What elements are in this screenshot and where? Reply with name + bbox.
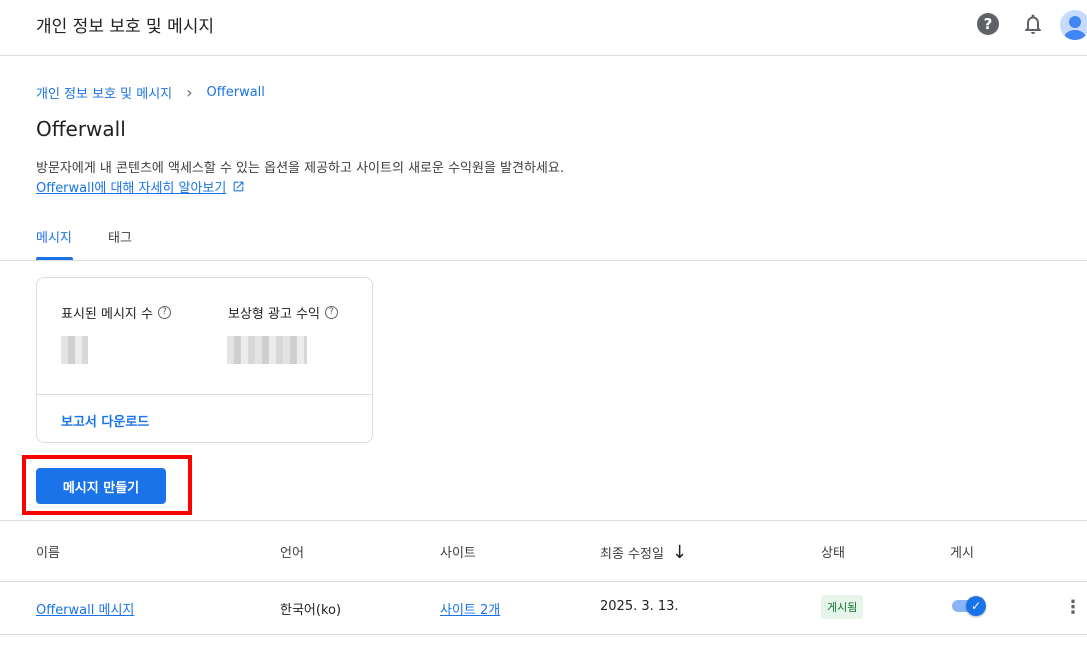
avatar-icon[interactable]	[1060, 10, 1087, 40]
message-name-link[interactable]: Offerwall 메시지	[36, 599, 134, 618]
chevron-right-icon: ›	[186, 83, 193, 102]
page-description: 방문자에게 내 콘텐츠에 액세스할 수 있는 옵션을 제공하고 사이트의 새로운…	[36, 161, 564, 176]
messages-shown-label: 표시된 메시지 수	[61, 307, 153, 322]
column-header-modified[interactable]: 최종 수정일 ↓	[600, 542, 687, 563]
stats-card: 표시된 메시지 수 ? 보상형 광고 수익 ? 보고서 다운로드	[36, 277, 373, 443]
create-message-button[interactable]: 메시지 만들기	[36, 468, 166, 504]
table-header: 이름 언어 사이트 최종 수정일 ↓ 상태 게시	[0, 520, 1087, 582]
bell-icon[interactable]	[1021, 12, 1045, 36]
message-language: 한국어(ko)	[280, 603, 342, 618]
tab-messages[interactable]: 메시지	[36, 227, 72, 246]
messages-shown-stat: 표시된 메시지 수 ?	[61, 303, 171, 322]
breadcrumb-parent-link[interactable]: 개인 정보 보호 및 메시지	[36, 83, 172, 102]
column-header-name[interactable]: 이름	[36, 542, 60, 561]
download-report-link[interactable]: 보고서 다운로드	[61, 411, 149, 430]
message-modified-date: 2025. 3. 13.	[600, 599, 679, 614]
help-circle-icon[interactable]: ?	[158, 306, 171, 319]
help-icon[interactable]: ?	[977, 13, 999, 35]
rewarded-revenue-label: 보상형 광고 수익	[228, 307, 320, 322]
breadcrumb-current[interactable]: Offerwall	[207, 85, 265, 100]
more-vert-icon[interactable]: ⋮	[1064, 597, 1082, 619]
blurred-value	[227, 336, 307, 364]
tab-bar: 메시지 태그	[0, 215, 1087, 261]
rewarded-revenue-stat: 보상형 광고 수익 ?	[228, 303, 338, 322]
column-header-language[interactable]: 언어	[280, 542, 304, 561]
column-header-sites[interactable]: 사이트	[440, 542, 476, 561]
external-link-icon	[233, 181, 244, 192]
column-header-status[interactable]: 상태	[821, 542, 845, 561]
app-title: 개인 정보 보호 및 메시지	[36, 17, 215, 37]
help-circle-icon[interactable]: ?	[325, 306, 338, 319]
page-title: Offerwall	[36, 117, 126, 141]
status-badge: 게시됨	[821, 595, 864, 619]
message-sites-link[interactable]: 사이트 2개	[440, 599, 500, 618]
sort-arrow-down-icon[interactable]: ↓	[672, 542, 687, 563]
tab-tags[interactable]: 태그	[108, 227, 132, 246]
column-header-modified-label[interactable]: 최종 수정일	[600, 543, 664, 562]
table-row: Offerwall 메시지 한국어(ko) 사이트 2개 2025. 3. 13…	[0, 582, 1087, 635]
column-header-published[interactable]: 게시	[950, 542, 974, 561]
blurred-value	[61, 336, 88, 364]
learn-more-label[interactable]: Offerwall에 대해 자세히 알아보기	[36, 177, 226, 196]
breadcrumb: 개인 정보 보호 및 메시지 › Offerwall	[36, 83, 265, 102]
top-app-bar: 개인 정보 보호 및 메시지 ?	[0, 0, 1087, 56]
publish-toggle[interactable]: ✓	[950, 594, 988, 616]
check-icon: ✓	[966, 596, 986, 616]
learn-more-link[interactable]: Offerwall에 대해 자세히 알아보기	[36, 177, 245, 196]
active-tab-indicator	[36, 257, 73, 260]
divider	[37, 394, 372, 395]
